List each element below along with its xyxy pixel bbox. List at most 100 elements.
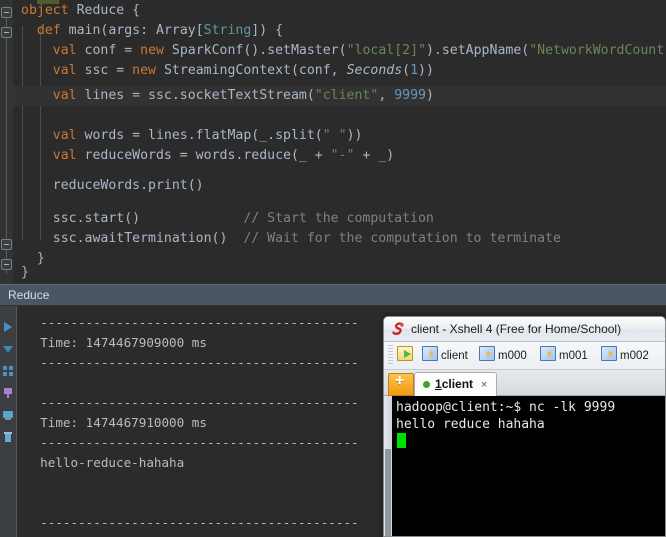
code-text-area[interactable]: object Reduce { def main(args: Array[Str… [13, 0, 666, 284]
terminal-screen[interactable]: hadoop@client:~$ nc -lk 9999 hello reduc… [392, 396, 665, 536]
code-token: ]) { [251, 23, 284, 38]
code-token: )) [418, 63, 434, 78]
toolbar-session-label: client [441, 350, 468, 362]
fold-marker-icon[interactable] [1, 7, 12, 18]
keyword-val: val [52, 128, 77, 143]
toolbar-session-label: m002 [620, 350, 649, 362]
code-line: object Reduce { [13, 1, 666, 21]
terminal-cursor [397, 433, 406, 448]
keyword-new: new [140, 43, 164, 58]
xshell-window[interactable]: client - Xshell 4 (Free for Home/School)… [383, 316, 666, 537]
close-tab-icon[interactable]: × [481, 379, 487, 391]
session-icon [601, 346, 617, 361]
code-token: words = lines.flatMap(_.split( [76, 128, 323, 143]
code-token: ssc.start() [21, 211, 244, 226]
toolbar-session-m000[interactable]: m000 [479, 346, 527, 366]
keyword-val: val [52, 148, 77, 163]
session-icon [422, 346, 438, 361]
code-token: lines = ssc.socketTextStream( [76, 88, 315, 103]
keyword-def: def [36, 23, 61, 38]
code-token: Reduce { [68, 3, 141, 18]
console-header[interactable]: Reduce [0, 284, 666, 306]
session-icon [479, 346, 495, 361]
code-line: ssc.awaitTermination() // Wait for the c… [13, 229, 666, 249]
code-token: ssc.awaitTermination() [21, 231, 244, 246]
number-literal: 9999 [394, 88, 426, 103]
terminal-prompt-line: hadoop@client:~$ nc -lk 9999 [396, 400, 616, 415]
string-literal: "-" [330, 148, 355, 163]
code-line: reduceWords.print() [13, 176, 666, 196]
code-editor[interactable]: object Reduce { def main(args: Array[Str… [0, 0, 666, 284]
code-token: Array[ [156, 23, 204, 38]
code-line: val ssc = new StreamingContext(conf, Sec… [13, 61, 666, 81]
code-folding-gutter[interactable] [0, 0, 13, 284]
keyword-new: new [132, 63, 156, 78]
fold-marker-icon[interactable] [1, 259, 12, 270]
xshell-titlebar[interactable]: client - Xshell 4 (Free for Home/School) [384, 317, 665, 342]
code-token: ).setAppName( [425, 43, 530, 58]
ide-window: object Reduce { def main(args: Array[Str… [0, 0, 666, 537]
terminal-scrollbar[interactable] [384, 396, 392, 536]
xshell-logo-icon [391, 322, 406, 337]
rerun-icon[interactable] [2, 318, 14, 332]
xshell-terminal-wrapper: hadoop@client:~$ nc -lk 9999 hello reduc… [384, 396, 665, 536]
console-output-text: ----------------------------------------… [40, 315, 359, 537]
terminal-scrollbar-thumb[interactable] [385, 449, 391, 536]
code-token: ( [402, 63, 411, 78]
toolbar-session-m002[interactable]: m002 [601, 346, 649, 366]
code-token: , [378, 88, 395, 103]
code-line: ssc.start() // Start the computation [13, 209, 666, 229]
tab-name-label: client [441, 377, 474, 391]
code-token: reduceWords = words.reduce(_ + [76, 148, 331, 163]
pin-icon[interactable] [2, 384, 14, 398]
code-token: conf = [76, 43, 141, 58]
xshell-tabbar[interactable]: 1client × [384, 370, 665, 396]
fold-region-line [6, 6, 7, 274]
fold-marker-icon[interactable] [1, 239, 12, 250]
toolbar-grip-handle[interactable] [388, 345, 393, 366]
code-token: )) [346, 128, 363, 143]
toolbar-session-client[interactable]: client [422, 346, 468, 366]
xshell-toolbar[interactable]: client m000 m001 m002 [384, 342, 665, 370]
toolbar-session-label: m001 [559, 350, 588, 362]
new-session-button[interactable] [397, 346, 416, 366]
code-token: ssc = [76, 63, 133, 78]
session-icon [540, 346, 556, 361]
code-line: } [13, 263, 666, 283]
comment-token: // Start the computation [243, 211, 434, 226]
trash-icon[interactable] [2, 428, 14, 442]
string-literal: "local[2]" [346, 43, 426, 58]
keyword-object: object [21, 3, 69, 18]
toolbar-session-label: m000 [498, 350, 527, 362]
code-token: } [21, 265, 29, 280]
new-tab-button[interactable] [388, 372, 414, 396]
code-line: def main(args: Array[String]) { [13, 21, 666, 41]
code-token: reduceWords.print() [21, 178, 204, 193]
restore-layout-icon[interactable] [2, 362, 14, 376]
code-token: + _) [354, 148, 395, 163]
code-token: StreamingContext(conf, [156, 63, 347, 78]
settings-icon[interactable] [2, 406, 14, 420]
comment-token: // Wait for the computation to terminate [243, 231, 561, 246]
code-line: val reduceWords = words.reduce(_ + "-" +… [13, 146, 666, 166]
console-side-toolbar[interactable] [0, 306, 16, 537]
toolbar-session-m001[interactable]: m001 [540, 346, 588, 366]
identifier-seconds: Seconds [346, 63, 403, 78]
fold-marker-icon[interactable] [1, 27, 12, 38]
tab-index-label: 1 [435, 377, 442, 391]
code-token: ) [425, 88, 434, 103]
console-tab-label[interactable]: Reduce [8, 288, 49, 302]
string-literal: "client" [314, 88, 379, 103]
string-literal: "NetworkWordCount" [529, 43, 666, 58]
type-string: String [203, 23, 252, 38]
session-tab-client[interactable]: 1client × [414, 372, 498, 396]
code-token: SparkConf().setMaster( [163, 43, 347, 58]
code-line: val words = lines.flatMap(_.split(" ")) [13, 126, 666, 146]
connection-status-dot-icon [423, 381, 430, 388]
stop-icon[interactable] [2, 340, 14, 353]
